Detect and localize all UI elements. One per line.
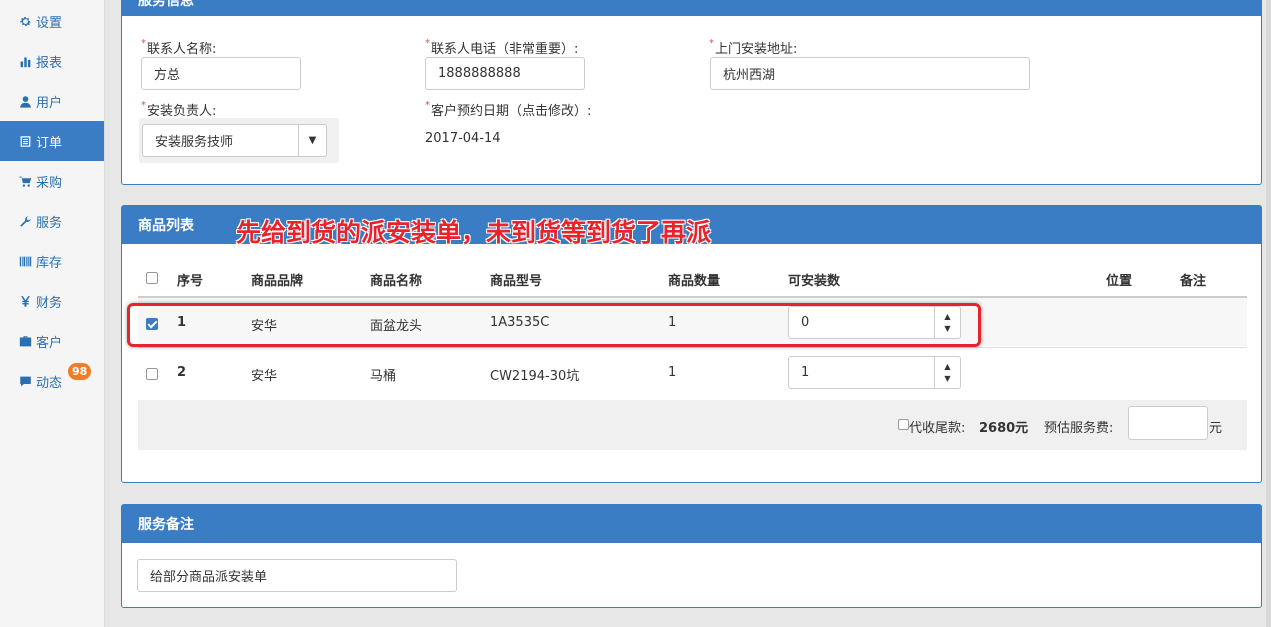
select-all-checkbox[interactable] <box>146 272 158 284</box>
comment-icon <box>18 374 32 388</box>
bar-chart-icon <box>18 54 32 68</box>
address-label: *上门安装地址: <box>709 38 798 57</box>
scrollbar[interactable] <box>1266 0 1271 627</box>
sidebar-item-label: 库存 <box>36 255 63 271</box>
panel-title: 服务信息 <box>122 0 1261 16</box>
col-quantity: 商品数量 <box>668 274 721 289</box>
col-index: 序号 <box>177 274 204 289</box>
summary-bar: 代收尾款: 2680元 预估服务费: 元 <box>138 400 1247 450</box>
sidebar-item-label: 服务 <box>36 215 63 231</box>
sidebar-item-settings[interactable]: 设置 <box>0 1 104 41</box>
installer-select[interactable]: 安装服务技师 ▼ <box>142 124 327 157</box>
sidebar-item-inventory[interactable]: 库存 <box>0 241 104 281</box>
cod-value: 2680元 <box>979 421 1029 436</box>
briefcase-icon <box>18 334 32 348</box>
sidebar-item-label: 采购 <box>36 175 63 191</box>
service-fee-input[interactable] <box>1128 406 1208 440</box>
appointment-date[interactable]: 2017-04-14 <box>425 131 501 146</box>
row-quantity: 1 <box>668 365 677 380</box>
contact-name-label: *联系人名称: <box>141 38 217 57</box>
service-info-panel: 服务信息 *联系人名称: 方总 *联系人电话（非常重要）: 1888888888… <box>121 0 1262 185</box>
sidebar-item-label: 客户 <box>36 335 63 351</box>
sidebar-item-label: 设置 <box>36 15 63 31</box>
cod-label: 代收尾款: <box>909 421 966 436</box>
sidebar: 设置 报表 用户 订单 采购 服务 库存 财务 客户 动态 98 <box>0 0 105 627</box>
barcode-icon <box>18 254 32 268</box>
installable-value: 1 <box>801 365 810 380</box>
installer-select-wrap: 安装服务技师 ▼ <box>139 118 339 163</box>
sidebar-item-label: 动态 <box>36 375 63 391</box>
sidebar-item-reports[interactable]: 报表 <box>0 41 104 81</box>
sidebar-item-purchase[interactable]: 采购 <box>0 161 104 201</box>
sidebar-item-label: 用户 <box>36 95 63 111</box>
col-model: 商品型号 <box>490 274 543 289</box>
row-index: 2 <box>177 365 187 380</box>
annotation-highlight-box <box>127 303 981 347</box>
contact-phone-input[interactable]: 1888888888 <box>425 57 585 90</box>
sidebar-item-label: 财务 <box>36 295 63 311</box>
sidebar-item-service[interactable]: 服务 <box>0 201 104 241</box>
installer-label: *安装负责人: <box>141 100 217 119</box>
row-checkbox[interactable] <box>146 368 158 380</box>
list-icon <box>18 134 32 148</box>
col-remark: 备注 <box>1180 274 1207 289</box>
wrench-icon <box>18 214 32 228</box>
service-fee-label: 预估服务费: <box>1044 421 1114 436</box>
sidebar-item-orders[interactable]: 订单 <box>0 121 104 161</box>
user-icon <box>18 94 32 108</box>
sidebar-item-users[interactable]: 用户 <box>0 81 104 121</box>
panel-title: 服务备注 <box>122 505 1261 543</box>
col-location: 位置 <box>1106 274 1133 289</box>
contact-phone-label: *联系人电话（非常重要）: <box>425 38 579 57</box>
table-row: 2 安华 马桶 CW2194-30坑 1 1 ▲ ▼ <box>138 347 1247 397</box>
col-installable: 可安装数 <box>788 274 841 289</box>
col-name: 商品名称 <box>370 274 423 289</box>
annotation-text: 先给到货的派安装单，未到货等到货了再派 <box>236 218 712 247</box>
row-brand: 安华 <box>251 369 278 384</box>
address-input[interactable]: 杭州西湖 <box>710 57 1030 90</box>
service-remark-input[interactable]: 给部分商品派安装单 <box>137 559 457 592</box>
sidebar-item-label: 订单 <box>36 135 63 151</box>
col-brand: 商品品牌 <box>251 274 304 289</box>
sidebar-item-finance[interactable]: 财务 <box>0 281 104 321</box>
stepper-arrows-icon[interactable]: ▲ ▼ <box>934 357 960 388</box>
notification-badge: 98 <box>68 363 92 380</box>
installer-select-value: 安装服务技师 <box>155 135 234 150</box>
cart-icon <box>18 174 32 188</box>
appointment-label: *客户预约日期（点击修改）: <box>425 100 592 119</box>
installable-stepper[interactable]: 1 ▲ ▼ <box>788 356 961 389</box>
service-remark-panel: 服务备注 给部分商品派安装单 <box>121 504 1262 608</box>
sidebar-item-activity[interactable]: 动态 98 <box>0 361 104 401</box>
cod-checkbox[interactable] <box>898 419 909 430</box>
row-name: 马桶 <box>370 369 397 384</box>
sidebar-item-customers[interactable]: 客户 <box>0 321 104 361</box>
chevron-down-icon[interactable]: ▼ <box>298 125 326 156</box>
contact-name-input[interactable]: 方总 <box>141 57 301 90</box>
row-model: CW2194-30坑 <box>490 369 580 384</box>
sidebar-item-label: 报表 <box>36 55 63 71</box>
service-fee-unit: 元 <box>1209 421 1223 436</box>
gear-icon <box>18 14 32 28</box>
yen-icon <box>18 294 32 308</box>
